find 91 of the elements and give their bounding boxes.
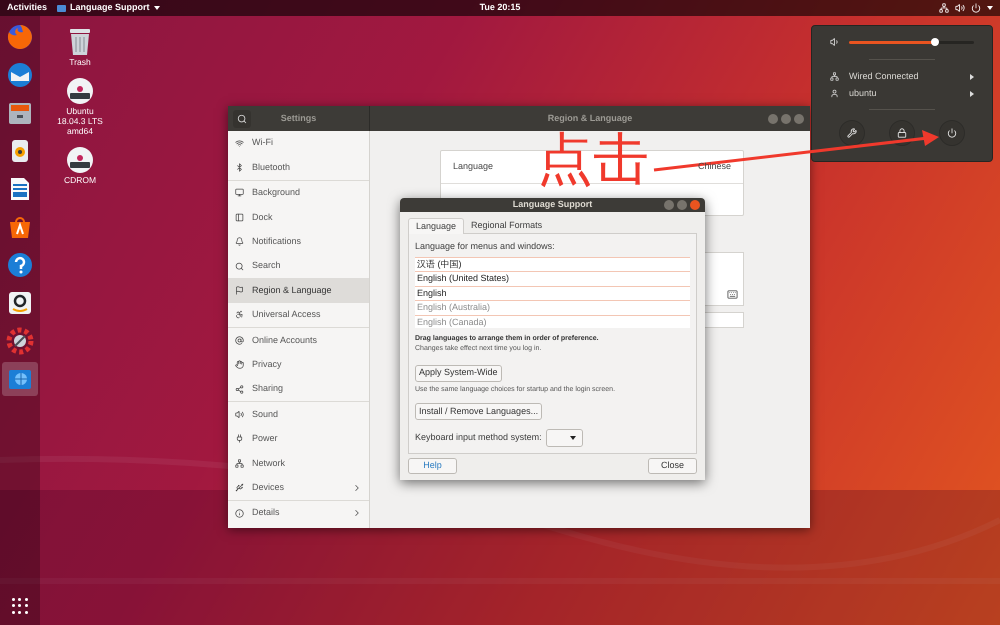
- network-icon: [939, 3, 949, 13]
- sidebar-item[interactable]: Details: [228, 500, 369, 526]
- wifi-icon: [235, 138, 244, 148]
- clock[interactable]: Tue 20:15: [480, 1, 520, 15]
- bell-icon: [235, 237, 244, 246]
- sidebar-item[interactable]: Power: [228, 426, 369, 452]
- sidebar-item[interactable]: Privacy: [228, 352, 369, 377]
- sidebar-item[interactable]: Search: [228, 254, 369, 278]
- activities-button[interactable]: Activities: [7, 1, 48, 15]
- sidebar-item[interactable]: Dock: [228, 205, 369, 230]
- search-button[interactable]: [233, 110, 251, 128]
- lock-icon: [897, 128, 907, 138]
- sidebar-item[interactable]: Online Accounts: [228, 328, 369, 353]
- window-title: Settings: [280, 112, 318, 125]
- sidebar-item[interactable]: Bluetooth: [228, 155, 369, 180]
- menu-item[interactable]: Wired Connected: [812, 68, 992, 85]
- search-icon: [235, 262, 244, 271]
- sidebar-item[interactable]: Sharing: [228, 376, 369, 402]
- slider-thumb[interactable]: [931, 38, 940, 46]
- power-icon: [971, 3, 981, 13]
- gear-icon: [6, 327, 34, 355]
- disc-icon: [66, 146, 94, 174]
- plug-icon: [235, 434, 244, 444]
- caret-icon: [154, 6, 160, 10]
- row-label: Language: [453, 160, 494, 174]
- desktop-icon-label: CDROM: [64, 175, 96, 185]
- submenu-arrow-icon: [970, 74, 974, 80]
- row-value: Chinese: [698, 160, 731, 174]
- app-menu[interactable]: Language Support: [57, 1, 160, 15]
- power-off-button[interactable]: [939, 120, 965, 146]
- caret-icon: [570, 436, 576, 440]
- sidebar-item[interactable]: Devices: [228, 475, 369, 500]
- mail-icon: [6, 61, 34, 89]
- apply-system-wide-button[interactable]: Apply System-Wide: [415, 364, 502, 382]
- power-icon: [947, 128, 957, 138]
- speaker-icon: [235, 410, 244, 419]
- monitor-icon: [235, 188, 244, 198]
- close-button[interactable]: [690, 200, 700, 210]
- sidebar-item[interactable]: Wi-Fi: [228, 131, 369, 156]
- dialog-title: Language Support: [512, 198, 594, 212]
- window-icon: [57, 4, 66, 12]
- language-item[interactable]: English (Canada): [415, 316, 690, 328]
- panel-icon: [235, 212, 244, 222]
- volume-slider[interactable]: [849, 40, 974, 44]
- menu-item[interactable]: ubuntu: [812, 85, 992, 102]
- volume-icon: [830, 37, 840, 47]
- search-icon: [237, 114, 247, 124]
- input-method-dropdown[interactable]: [546, 429, 583, 447]
- hand-icon: [235, 360, 244, 370]
- system-status-area[interactable]: [939, 3, 993, 13]
- help-button[interactable]: Help: [408, 458, 457, 474]
- keyboard-input-label: Keyboard input method system:: [415, 431, 542, 444]
- usb-icon: [235, 483, 244, 492]
- sidebar-item[interactable]: Background: [228, 180, 369, 206]
- sidebar-item[interactable]: Notifications: [228, 230, 369, 254]
- close-dialog-button[interactable]: Close: [648, 458, 697, 474]
- language-item[interactable]: English (Australia): [415, 301, 690, 316]
- language-item[interactable]: 汉语 (中国): [415, 258, 690, 272]
- accessibility-icon: [235, 310, 244, 320]
- trash-icon: [67, 26, 93, 56]
- shopping-icon: [6, 289, 34, 317]
- bluetooth-icon: [235, 163, 244, 172]
- sidebar-item[interactable]: Network: [228, 451, 369, 476]
- info-icon: [235, 508, 244, 518]
- desktop-icon-label: Trash: [69, 57, 91, 67]
- share-icon: [235, 384, 244, 394]
- language-item[interactable]: English: [415, 286, 690, 301]
- at-sign-icon: [235, 336, 244, 345]
- network-icon: [235, 458, 244, 468]
- wrench-icon: [847, 128, 857, 138]
- keyboard-icon: [727, 289, 738, 300]
- caret-icon: [987, 6, 993, 10]
- language-item[interactable]: English (United States): [415, 272, 690, 286]
- volume-icon: [955, 3, 965, 13]
- window-title: Region & Language: [546, 112, 634, 125]
- settings-button[interactable]: [839, 120, 865, 146]
- user-icon: [830, 89, 839, 98]
- sidebar-item[interactable]: Universal Access: [228, 302, 369, 328]
- list-label: Language for menus and windows:: [415, 240, 556, 253]
- install-remove-languages-button[interactable]: Install / Remove Languages...: [415, 403, 542, 420]
- tab[interactable]: Language: [408, 218, 464, 234]
- firefox-icon: [6, 23, 34, 51]
- sidebar-item[interactable]: Sound: [228, 402, 369, 427]
- sidebar-item[interactable]: Region & Language: [228, 278, 369, 303]
- network-icon: [830, 72, 839, 81]
- submenu-arrow-icon: [970, 90, 974, 96]
- annotation-text: 点击: [537, 128, 649, 192]
- flag-icon: [235, 286, 244, 296]
- help-icon: [6, 251, 34, 279]
- desktop-icon-label: Ubuntu 18.04.3 LTS amd64: [57, 106, 103, 136]
- disc-icon: [66, 77, 94, 105]
